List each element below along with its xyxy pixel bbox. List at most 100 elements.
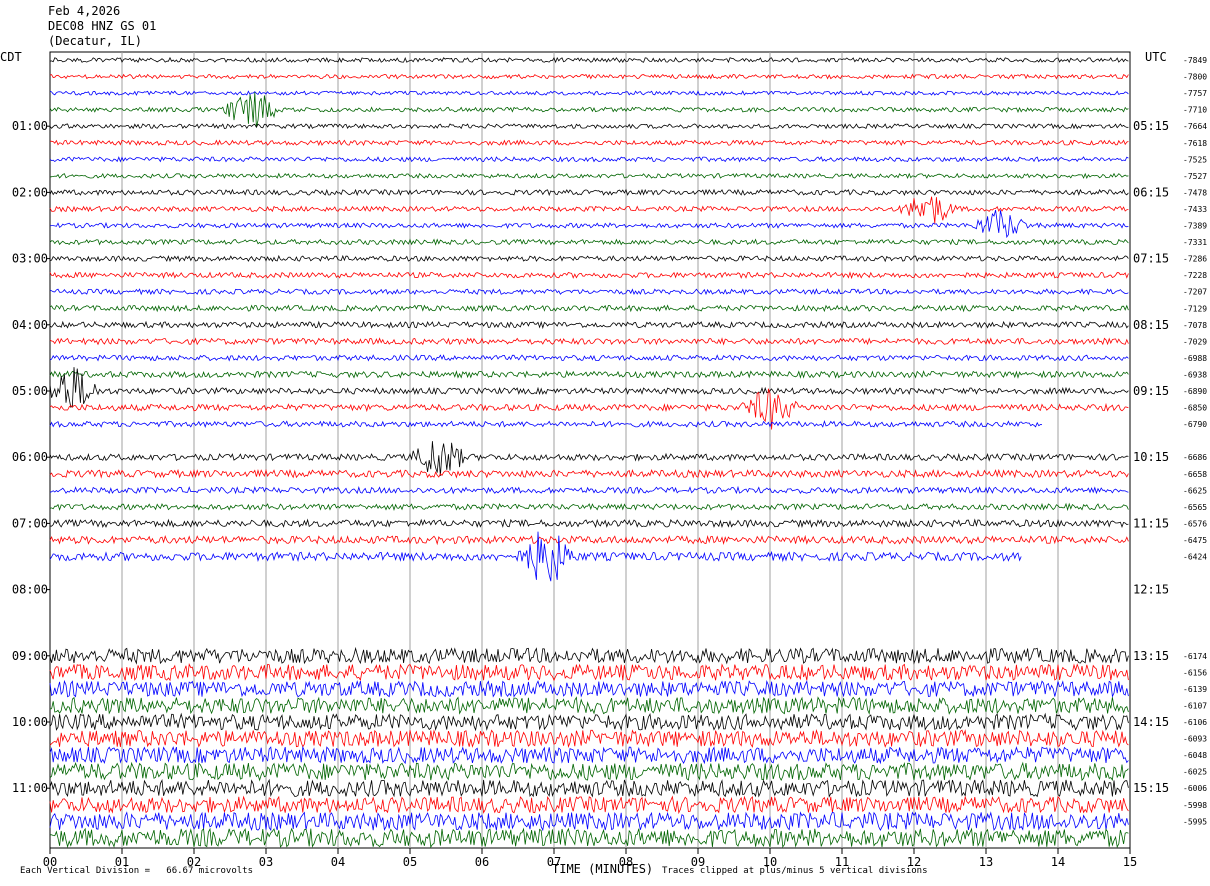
- trace-line: [49, 468, 1129, 479]
- row-offset-label: -6139: [1183, 685, 1207, 694]
- row-offset-label: -6093: [1183, 735, 1207, 744]
- row-offset-label: -6850: [1183, 404, 1207, 413]
- right-timezone-label: UTC: [1145, 50, 1167, 64]
- row-offset-label: -7525: [1183, 155, 1207, 164]
- clip-note: Traces clipped at plus/minus 5 vertical …: [662, 866, 928, 876]
- row-offset-label: -6890: [1183, 387, 1207, 396]
- left-hour-label: 02:00: [12, 185, 48, 199]
- row-offset-label: -7331: [1183, 238, 1207, 247]
- left-hour-label: 07:00: [12, 516, 48, 530]
- row-offset-label: -7433: [1183, 205, 1207, 214]
- trace-line: [49, 354, 1129, 362]
- left-hour-label: 01:00: [12, 119, 48, 133]
- row-offset-label: -6625: [1183, 486, 1207, 495]
- trace-line: [49, 188, 1129, 197]
- trace-line: [49, 761, 1129, 782]
- row-offset-label: -6686: [1183, 453, 1207, 462]
- row-offset-label: -7029: [1183, 337, 1207, 346]
- left-hour-label: 03:00: [12, 252, 48, 266]
- trace-line: [49, 139, 1129, 147]
- trace-line: [49, 502, 1129, 512]
- trace-line: [49, 196, 1129, 224]
- trace-line: [49, 155, 1129, 163]
- trace-line: [50, 827, 1129, 849]
- row-offset-label: -7478: [1183, 188, 1207, 197]
- x-tick-label: 04: [331, 855, 345, 869]
- right-hour-label: 07:15: [1133, 252, 1169, 266]
- trace-line: [49, 370, 1129, 379]
- row-offset-label: -5998: [1183, 801, 1207, 810]
- trace-line: [49, 696, 1129, 715]
- row-offset-label: -7849: [1183, 56, 1207, 65]
- row-offset-label: -7710: [1183, 106, 1207, 115]
- left-hour-label: 04:00: [12, 318, 48, 332]
- trace-line: [49, 172, 1129, 180]
- trace-line: [49, 73, 1129, 80]
- row-offset-label: -6107: [1183, 701, 1207, 710]
- right-hour-label: 05:15: [1133, 119, 1169, 133]
- row-offset-label: -7228: [1183, 271, 1207, 280]
- trace-line: [49, 254, 1129, 263]
- row-offset-label: -6576: [1183, 519, 1207, 528]
- row-offset-label: -7129: [1183, 304, 1207, 313]
- right-hour-label: 13:15: [1133, 649, 1169, 663]
- trace-line: [49, 518, 1129, 529]
- trace-line: [49, 271, 1129, 280]
- trace-line: [49, 663, 1129, 682]
- left-hour-label: 11:00: [12, 781, 48, 795]
- right-hour-label: 10:15: [1133, 450, 1169, 464]
- left-hour-label: 05:00: [12, 384, 48, 398]
- row-offset-label: -7800: [1183, 73, 1207, 82]
- x-tick-label: 05: [403, 855, 417, 869]
- row-offset-label: -6006: [1183, 784, 1207, 793]
- right-hour-label: 09:15: [1133, 384, 1169, 398]
- trace-line: [49, 209, 1129, 239]
- row-offset-label: -6048: [1183, 751, 1207, 760]
- plot-frame: [49, 51, 1131, 849]
- right-hour-label: 14:15: [1133, 715, 1169, 729]
- left-timezone-label: CDT: [0, 50, 22, 64]
- trace-line: [49, 288, 1129, 296]
- trace-line: [49, 534, 1129, 546]
- trace-line: [49, 531, 1022, 582]
- right-hour-label: 15:15: [1133, 781, 1169, 795]
- row-offset-label: -6025: [1183, 768, 1207, 777]
- x-tick-label: 15: [1123, 855, 1137, 869]
- seismogram-plot: 00 01 02 03 04 05 06 07 08 09 10 11 12 13 14 15CDT UTC01…: [0, 50, 1207, 869]
- row-offset-label: -6658: [1183, 470, 1207, 479]
- x-axis-title: TIME (MINUTES): [552, 862, 654, 876]
- trace-line: [49, 337, 1129, 346]
- row-offset-label: -6156: [1183, 668, 1207, 677]
- row-offset-label: -6988: [1183, 354, 1207, 363]
- row-offset-label: -6174: [1183, 652, 1207, 661]
- row-offset-label: -5995: [1183, 817, 1207, 826]
- row-offset-label: -6475: [1183, 536, 1207, 545]
- row-offset-label: -6565: [1183, 503, 1207, 512]
- trace-line: [49, 92, 1129, 128]
- left-hour-label: 06:00: [12, 450, 48, 464]
- row-offset-label: -6938: [1183, 370, 1207, 379]
- row-offset-label: -7527: [1183, 172, 1207, 181]
- left-hour-label: 08:00: [12, 583, 48, 597]
- scale-note: Each Vertical Division = 66.67 microvolt…: [20, 866, 253, 876]
- trace-line: [49, 729, 1129, 748]
- right-hour-label: 08:15: [1133, 318, 1169, 332]
- row-offset-label: -7757: [1183, 89, 1207, 98]
- row-offset-label: -6106: [1183, 718, 1207, 727]
- trace-line: [49, 745, 1129, 765]
- trace-line: [49, 123, 1129, 130]
- trace-line: [49, 778, 1129, 798]
- x-tick-label: 13: [979, 855, 993, 869]
- trace-line: [49, 419, 1043, 428]
- row-offset-label: -7286: [1183, 255, 1207, 264]
- trace-line: [49, 304, 1129, 313]
- trace-line: [49, 485, 1129, 495]
- x-tick-label: 06: [475, 855, 489, 869]
- row-offset-label: -7207: [1183, 288, 1207, 297]
- left-hour-label: 10:00: [12, 715, 48, 729]
- trace-line: [49, 90, 1129, 96]
- row-offset-label: -7389: [1183, 222, 1207, 231]
- x-tick-label: 03: [259, 855, 273, 869]
- row-offset-label: -6424: [1183, 553, 1207, 562]
- trace-line: [49, 320, 1129, 330]
